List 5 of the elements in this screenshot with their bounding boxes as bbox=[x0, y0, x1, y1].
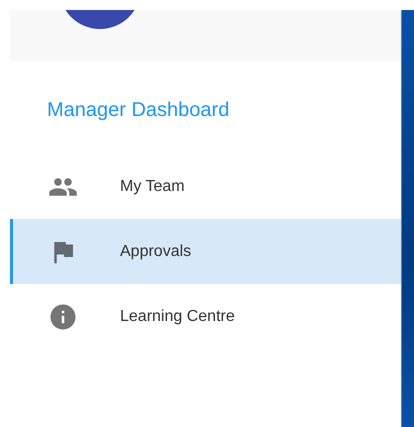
dashboard-title: Manager Dashboard bbox=[47, 98, 230, 123]
sidebar-item[interactable]: Learning Centre bbox=[10, 284, 402, 349]
info-icon bbox=[48, 302, 78, 332]
sidebar-item[interactable]: Approvals bbox=[10, 219, 402, 284]
sidebar-item[interactable]: My Team bbox=[10, 154, 402, 219]
